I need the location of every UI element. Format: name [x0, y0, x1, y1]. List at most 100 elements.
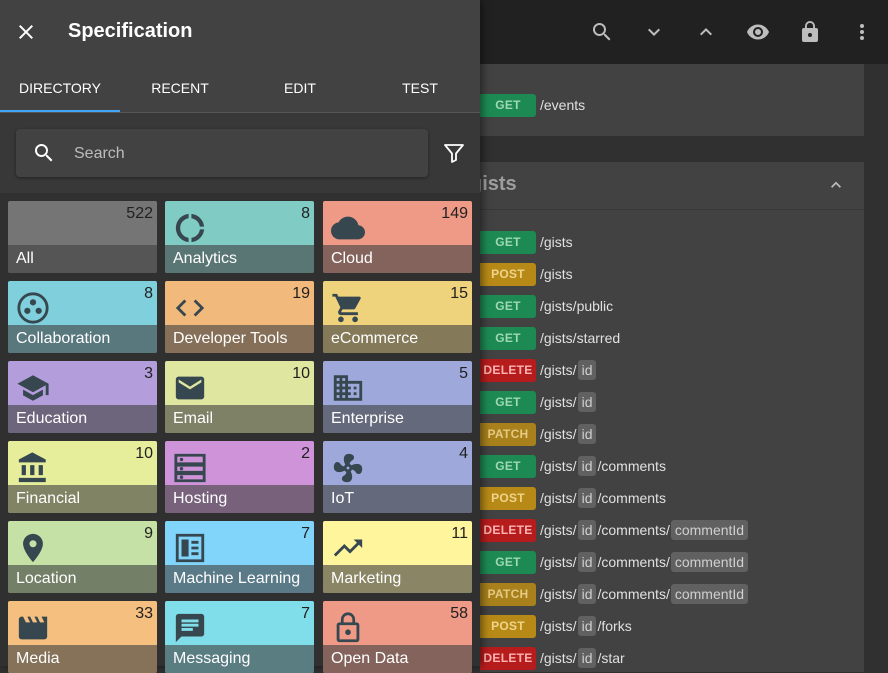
search-input[interactable] [72, 129, 416, 179]
category-tile-developer-tools[interactable]: 19 Developer Tools [165, 281, 314, 353]
category-tile-all[interactable]: 522 All [8, 201, 157, 273]
path-param: id [577, 520, 597, 540]
endpoint-row[interactable]: POST/gists/id/forks [480, 614, 632, 638]
tab-edit[interactable]: EDIT [240, 64, 360, 112]
endpoint-row[interactable]: POST/gists [480, 262, 573, 286]
path-segment: /gists/ [540, 586, 577, 602]
category-label: Education [8, 405, 157, 433]
tab-test[interactable]: TEST [360, 64, 480, 112]
endpoint-row[interactable]: GET/gists/public [480, 294, 613, 318]
category-label: IoT [323, 485, 472, 513]
category-tile-cloud[interactable]: 149 Cloud [323, 201, 472, 273]
endpoint-row[interactable]: POST/gists/id/comments [480, 486, 666, 510]
path-param: commentId [670, 520, 749, 540]
category-count: 10 [292, 365, 310, 382]
endpoint-path: /gists/id [540, 424, 597, 444]
category-tile-enterprise[interactable]: 5 Enterprise [323, 361, 472, 433]
path-param: id [577, 392, 597, 412]
endpoint-path: /gists [540, 266, 573, 282]
category-label: Developer Tools [165, 325, 314, 353]
close-icon[interactable] [14, 20, 38, 44]
endpoint-row[interactable]: GET/gists/id [480, 390, 597, 414]
endpoint-row[interactable]: GET/gists/id/comments [480, 454, 666, 478]
path-segment: /gists/public [540, 298, 614, 314]
chevron-up-icon[interactable] [826, 175, 846, 195]
endpoint-path: /gists/id/comments/commentId [540, 520, 749, 540]
category-tile-iot[interactable]: 4 IoT [323, 441, 472, 513]
category-tile-media[interactable]: 33 Media [8, 601, 157, 673]
endpoint-row[interactable]: DELETE/gists/id/star [480, 646, 625, 670]
category-count: 8 [301, 205, 310, 222]
endpoint-path: /gists/id [540, 392, 597, 412]
path-segment: /gists/ [540, 394, 577, 410]
endpoint-path: /gists/starred [540, 330, 620, 346]
method-badge: GET [480, 230, 536, 254]
cloud-icon [331, 211, 365, 245]
filter-icon[interactable] [442, 141, 466, 165]
category-label: Collaboration [8, 325, 157, 353]
category-label: Hosting [165, 485, 314, 513]
more-vert-icon[interactable] [850, 20, 874, 44]
endpoint-events[interactable]: GET /events [480, 93, 585, 117]
path-param: id [577, 648, 597, 668]
lock-icon[interactable] [798, 20, 822, 44]
category-label: Messaging [165, 645, 314, 673]
endpoint-row[interactable]: DELETE/gists/id [480, 358, 597, 382]
category-tile-analytics[interactable]: 8 Analytics [165, 201, 314, 273]
movie-icon [16, 611, 50, 645]
eye-icon[interactable] [746, 20, 770, 44]
path-param: id [577, 616, 597, 636]
category-label: eCommerce [323, 325, 472, 353]
chip-icon [173, 531, 207, 565]
path-segment: /gists [540, 266, 573, 282]
category-count: 9 [144, 525, 153, 542]
category-count: 7 [301, 525, 310, 542]
category-tile-messaging[interactable]: 7 Messaging [165, 601, 314, 673]
tab-directory[interactable]: DIRECTORY [0, 64, 120, 112]
email-icon [173, 371, 207, 405]
category-tile-location[interactable]: 9 Location [8, 521, 157, 593]
school-icon [16, 371, 50, 405]
bank-icon [16, 451, 50, 485]
category-label: Enterprise [323, 405, 472, 433]
search-box[interactable] [16, 129, 428, 179]
endpoint-row[interactable]: PATCH/gists/id [480, 422, 597, 446]
drawer-header: Specification DIRECTORY RECENT EDIT TEST [0, 0, 480, 112]
category-tile-machine-learning[interactable]: 7 Machine Learning [165, 521, 314, 593]
search-icon[interactable] [590, 20, 614, 44]
category-label: Machine Learning [165, 565, 314, 593]
method-badge: POST [480, 614, 536, 638]
endpoint-row[interactable]: DELETE/gists/id/comments/commentId [480, 518, 749, 542]
category-count: 4 [459, 445, 468, 462]
method-badge: DELETE [480, 358, 536, 382]
path-segment: /star [597, 650, 625, 666]
category-tile-marketing[interactable]: 11 Marketing [323, 521, 472, 593]
endpoint-path: /gists/id/comments [540, 456, 666, 476]
endpoint-row[interactable]: GET/gists/id/comments/commentId [480, 550, 749, 574]
path-segment: /gists/ [540, 458, 577, 474]
endpoint-path: /gists/id [540, 360, 597, 380]
path-segment: /comments/ [597, 554, 670, 570]
chevron-down-icon[interactable] [642, 20, 666, 44]
building-icon [331, 371, 365, 405]
chevron-up-icon[interactable] [694, 20, 718, 44]
endpoint-row[interactable]: PATCH/gists/id/comments/commentId [480, 582, 749, 606]
tab-recent[interactable]: RECENT [120, 64, 240, 112]
trending-up-icon [331, 531, 365, 565]
category-tile-education[interactable]: 3 Education [8, 361, 157, 433]
category-tile-email[interactable]: 10 Email [165, 361, 314, 433]
endpoint-row[interactable]: GET/gists/starred [480, 326, 620, 350]
category-tile-financial[interactable]: 10 Financial [8, 441, 157, 513]
endpoint-row[interactable]: GET/gists [480, 230, 573, 254]
endpoint-path: /gists [540, 234, 573, 250]
method-badge: POST [480, 486, 536, 510]
category-label: Marketing [323, 565, 472, 593]
category-tile-open-data[interactable]: 58 Open Data [323, 601, 472, 673]
category-tile-collaboration[interactable]: 8 Collaboration [8, 281, 157, 353]
category-tile-ecommerce[interactable]: 15 eCommerce [323, 281, 472, 353]
specification-drawer: Specification DIRECTORY RECENT EDIT TEST… [0, 0, 480, 673]
category-tile-hosting[interactable]: 2 Hosting [165, 441, 314, 513]
path-segment: /comments [597, 458, 666, 474]
search-area [0, 113, 480, 193]
search-icon [32, 141, 56, 165]
